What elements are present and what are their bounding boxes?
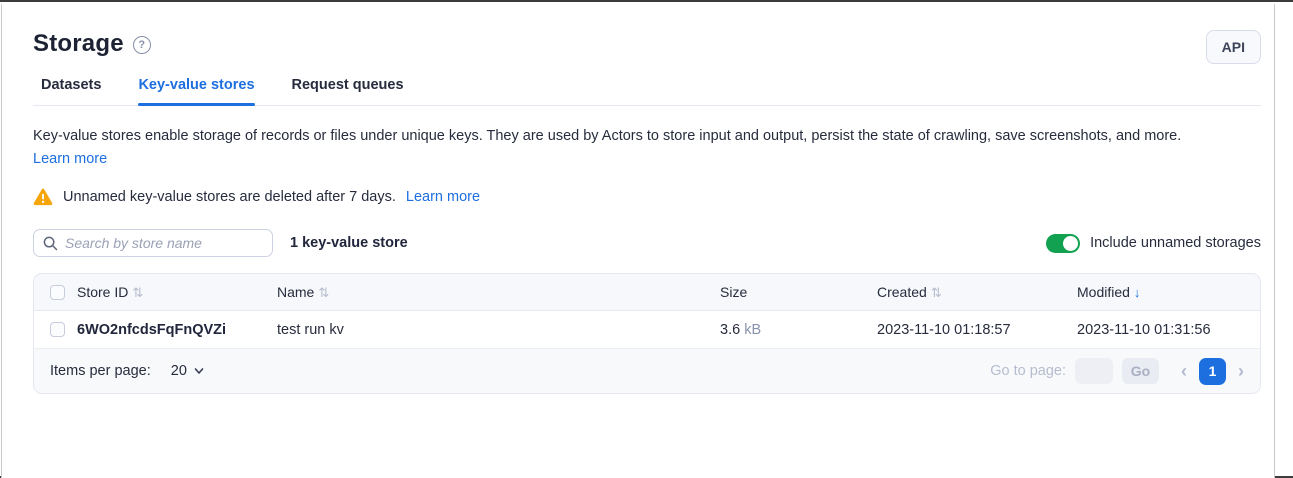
sort-icon[interactable]: ⇅	[931, 285, 942, 300]
key-value-stores-table: Store ID⇅ Name⇅ Size Created⇅ Modified↓ …	[33, 273, 1261, 394]
column-header-name[interactable]: Name⇅	[277, 284, 720, 301]
column-header-size: Size	[720, 284, 877, 300]
go-button[interactable]: Go	[1122, 358, 1159, 384]
row-name[interactable]: test run kv	[277, 322, 720, 338]
column-header-store-id[interactable]: Store ID⇅	[77, 284, 277, 301]
row-created: 2023-11-10 01:18:57	[877, 322, 1077, 338]
go-to-page-input[interactable]	[1075, 358, 1113, 384]
tab-key-value-stores[interactable]: Key-value stores	[138, 77, 254, 105]
description-text: Key-value stores enable storage of recor…	[33, 126, 1261, 147]
include-unnamed-toggle[interactable]	[1046, 234, 1080, 253]
sort-icon[interactable]: ⇅	[132, 285, 143, 300]
sort-icon[interactable]: ⇅	[318, 285, 329, 300]
row-store-id[interactable]: 6WO2nfcdsFqFnQVZi	[77, 322, 277, 338]
chevron-down-icon	[194, 366, 204, 376]
go-to-page-label: Go to page:	[990, 363, 1066, 379]
storage-tabs: Datasets Key-value stores Request queues	[33, 77, 1261, 106]
api-button[interactable]: API	[1206, 30, 1261, 64]
items-per-page-select[interactable]: 20	[171, 363, 204, 379]
description-learn-more-link[interactable]: Learn more	[33, 151, 107, 167]
next-page-icon[interactable]: ›	[1238, 362, 1244, 380]
warning-learn-more-link[interactable]: Learn more	[406, 189, 480, 205]
toolbar: 1 key-value store Include unnamed storag…	[33, 229, 1261, 257]
row-modified: 2023-11-10 01:31:56	[1077, 322, 1244, 338]
sort-desc-icon[interactable]: ↓	[1134, 285, 1141, 300]
warning-banner: Unnamed key-value stores are deleted aft…	[33, 188, 1261, 206]
row-size: 3.6 kB	[720, 322, 877, 338]
table-footer: Items per page: 20 Go to page: Go ‹ 1 ›	[34, 349, 1260, 393]
toggle-knob	[1063, 236, 1078, 251]
search-box[interactable]	[33, 229, 273, 257]
tab-request-queues[interactable]: Request queues	[292, 77, 404, 105]
warning-triangle-icon	[33, 188, 53, 206]
include-unnamed-toggle-label: Include unnamed storages	[1090, 235, 1261, 251]
column-header-modified[interactable]: Modified↓	[1077, 284, 1244, 300]
items-per-page-label: Items per page:	[50, 363, 151, 379]
row-checkbox[interactable]	[50, 322, 65, 337]
tab-datasets[interactable]: Datasets	[41, 77, 101, 105]
select-all-checkbox[interactable]	[50, 285, 65, 300]
prev-page-icon[interactable]: ‹	[1181, 362, 1187, 380]
warning-text: Unnamed key-value stores are deleted aft…	[63, 189, 396, 205]
page-header: Storage ? API	[33, 30, 1261, 64]
storage-page: Storage ? API Datasets Key-value stores …	[1, 4, 1275, 478]
column-header-created[interactable]: Created⇅	[877, 284, 1077, 301]
table-header-row: Store ID⇅ Name⇅ Size Created⇅ Modified↓	[34, 274, 1260, 311]
help-icon[interactable]: ?	[133, 36, 151, 54]
current-page-button[interactable]: 1	[1199, 358, 1226, 385]
size-unit: kB	[744, 322, 761, 338]
store-count-label: 1 key-value store	[290, 235, 408, 251]
page-title: Storage	[33, 30, 124, 58]
search-input[interactable]	[65, 235, 263, 251]
window-frame: Storage ? API Datasets Key-value stores …	[0, 0, 1293, 478]
search-icon	[43, 236, 58, 251]
table-row[interactable]: 6WO2nfcdsFqFnQVZi test run kv 3.6 kB 202…	[34, 311, 1260, 349]
